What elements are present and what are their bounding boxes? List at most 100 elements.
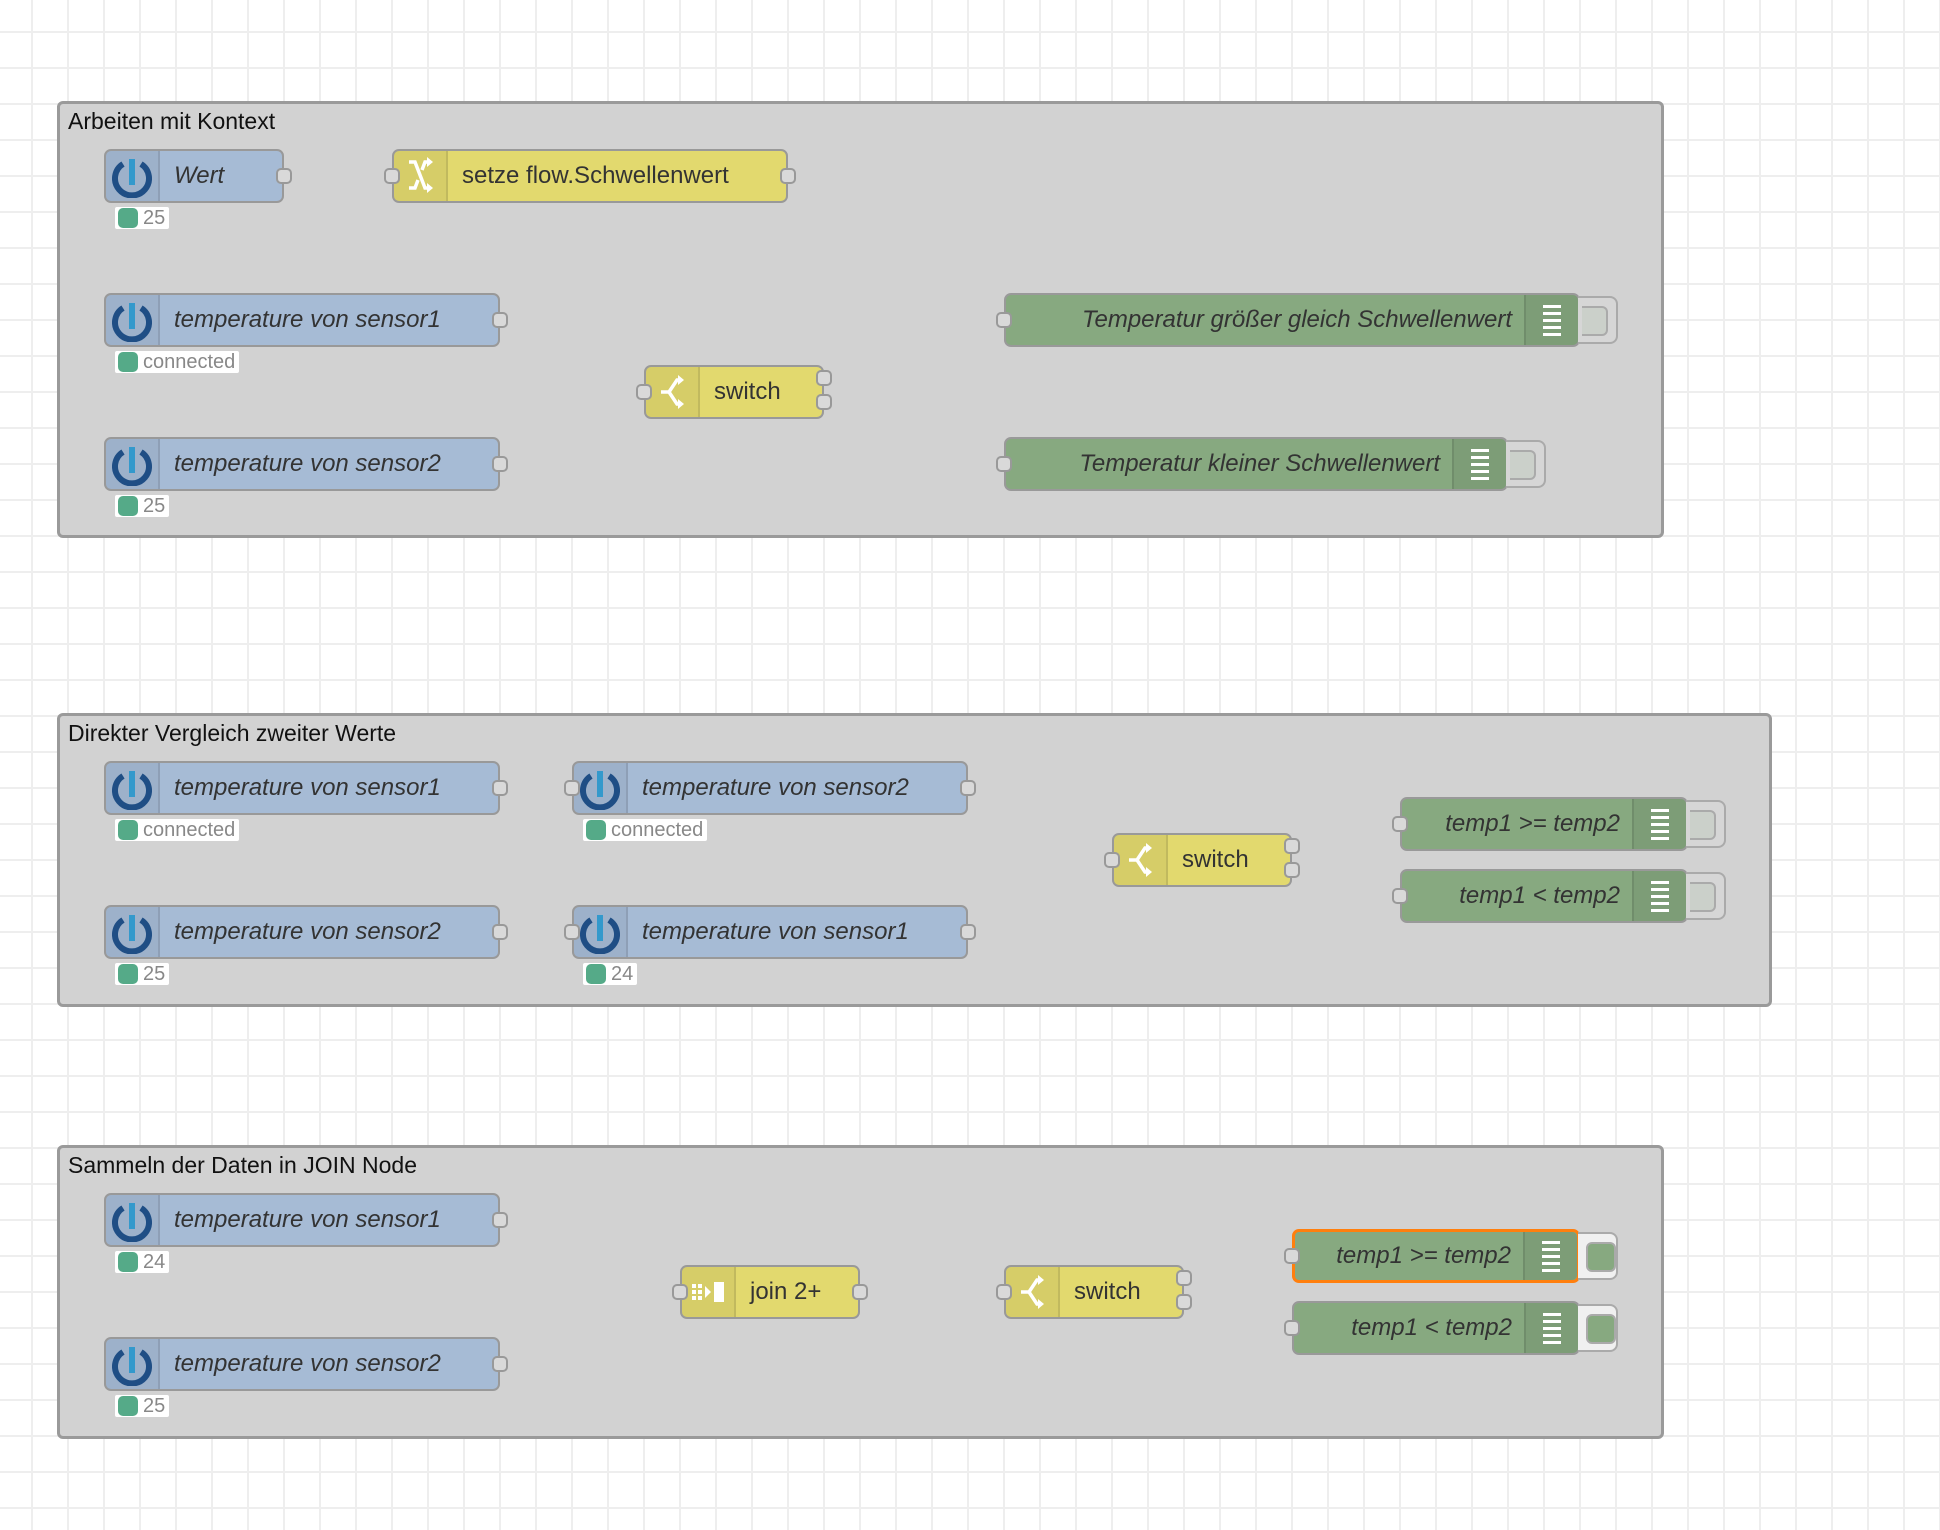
debug-list-icon [1523, 1232, 1577, 1280]
debug-node-ge[interactable]: temp1 >= temp2 [1292, 1229, 1580, 1283]
inject-node-sensor2[interactable]: temperature von sensor2 [104, 905, 500, 959]
iobroker-icon [106, 439, 160, 489]
join-node[interactable]: join 2+ [680, 1265, 860, 1319]
status-badge: connected [115, 350, 240, 373]
status-dot-icon [118, 352, 138, 372]
node-label: temp1 < temp2 [1351, 1314, 1512, 1341]
input-port[interactable] [636, 384, 652, 400]
node-label: temperature von sensor1 [642, 918, 909, 945]
status-text: 25 [143, 206, 166, 229]
node-label: temperature von sensor2 [174, 918, 441, 945]
iobroker-icon [106, 763, 160, 813]
debug-node-lt[interactable]: Temperatur kleiner Schwellenwert [1004, 437, 1508, 491]
toggle-indicator [1582, 306, 1608, 336]
status-dot-icon [118, 964, 138, 984]
output-port[interactable] [852, 1284, 868, 1300]
node-label: Temperatur kleiner Schwellenwert [1079, 450, 1440, 477]
input-port[interactable] [996, 312, 1012, 328]
debug-list-icon [1632, 871, 1686, 921]
inject-node-sensor1[interactable]: temperature von sensor1 [572, 905, 968, 959]
debug-toggle-button[interactable] [1578, 1304, 1618, 1352]
debug-node-ge[interactable]: temp1 >= temp2 [1400, 797, 1688, 851]
output-port[interactable] [960, 924, 976, 940]
node-label: temp1 >= temp2 [1336, 1242, 1511, 1269]
input-port[interactable] [1392, 816, 1408, 832]
node-label: Temperatur größer gleich Schwellenwert [1082, 306, 1512, 333]
debug-toggle-button[interactable] [1578, 1232, 1618, 1280]
status-dot-icon [118, 1252, 138, 1272]
inject-node-sensor1[interactable]: temperature von sensor1 [104, 293, 500, 347]
debug-list-icon [1632, 799, 1686, 849]
node-label: temperature von sensor1 [174, 306, 441, 333]
inject-node-sensor2[interactable]: temperature von sensor2 [104, 437, 500, 491]
output-port[interactable] [1176, 1294, 1192, 1310]
status-badge: 25 [115, 1395, 170, 1417]
debug-node-ge[interactable]: Temperatur größer gleich Schwellenwert [1004, 293, 1580, 347]
switch-node[interactable]: switch [1112, 833, 1292, 887]
debug-node-lt[interactable]: temp1 < temp2 [1400, 869, 1688, 923]
input-port[interactable] [384, 168, 400, 184]
group-direkter-vergleich[interactable]: Direkter Vergleich zweiter Werte [57, 713, 1772, 1007]
output-port[interactable] [492, 1356, 508, 1372]
switch-fork-icon [1006, 1267, 1060, 1317]
input-port[interactable] [1392, 888, 1408, 904]
switch-fork-icon [646, 367, 700, 417]
iobroker-icon [106, 295, 160, 345]
status-text: connected [143, 350, 236, 373]
change-node-setze[interactable]: setze flow.Schwellenwert [392, 149, 788, 203]
iobroker-icon [106, 1195, 160, 1245]
inject-node-sensor2[interactable]: temperature von sensor2 [572, 761, 968, 815]
input-port[interactable] [996, 1284, 1012, 1300]
output-port[interactable] [1284, 838, 1300, 854]
status-badge: connected [583, 819, 708, 841]
output-port[interactable] [780, 168, 796, 184]
status-text: 25 [143, 962, 166, 985]
switch-node[interactable]: switch [1004, 1265, 1184, 1319]
status-dot-icon [586, 964, 606, 984]
output-port[interactable] [816, 370, 832, 386]
output-port[interactable] [960, 780, 976, 796]
input-port[interactable] [1284, 1320, 1300, 1336]
debug-node-lt[interactable]: temp1 < temp2 [1292, 1301, 1580, 1355]
output-port[interactable] [492, 456, 508, 472]
input-port[interactable] [1284, 1248, 1300, 1264]
debug-toggle-button[interactable] [1686, 800, 1726, 848]
output-port[interactable] [816, 394, 832, 410]
iobroker-icon [106, 151, 160, 201]
switch-node[interactable]: switch [644, 365, 824, 419]
inject-node-sensor1[interactable]: temperature von sensor1 [104, 761, 500, 815]
input-port[interactable] [564, 780, 580, 796]
input-port[interactable] [1104, 852, 1120, 868]
output-port[interactable] [1176, 1270, 1192, 1286]
output-port[interactable] [1284, 862, 1300, 878]
inject-node-sensor2[interactable]: temperature von sensor2 [104, 1337, 500, 1391]
input-port[interactable] [672, 1284, 688, 1300]
switch-fork-icon [1114, 835, 1168, 885]
output-port[interactable] [492, 312, 508, 328]
debug-toggle-button[interactable] [1578, 296, 1618, 344]
group-label: Sammeln der Daten in JOIN Node [68, 1152, 417, 1178]
output-port[interactable] [492, 1212, 508, 1228]
debug-toggle-button[interactable] [1686, 872, 1726, 920]
status-badge: 25 [115, 206, 170, 229]
output-port[interactable] [492, 924, 508, 940]
iobroker-icon [106, 907, 160, 957]
status-badge: connected [115, 819, 240, 841]
iobroker-icon [106, 1339, 160, 1389]
output-port[interactable] [492, 780, 508, 796]
iobroker-icon [574, 907, 628, 957]
status-text: 25 [143, 494, 166, 517]
output-port[interactable] [276, 168, 292, 184]
status-dot-icon [118, 1396, 138, 1416]
toggle-indicator [1586, 1314, 1616, 1344]
status-dot-icon [586, 820, 606, 840]
debug-toggle-button[interactable] [1506, 440, 1546, 488]
inject-node-sensor1[interactable]: temperature von sensor1 [104, 1193, 500, 1247]
node-label: switch [1182, 846, 1249, 873]
node-label: temperature von sensor1 [174, 774, 441, 801]
input-port[interactable] [996, 456, 1012, 472]
node-label: temperature von sensor2 [174, 1350, 441, 1377]
inject-node-wert[interactable]: Wert [104, 149, 284, 203]
input-port[interactable] [564, 924, 580, 940]
node-label: temperature von sensor2 [174, 450, 441, 477]
